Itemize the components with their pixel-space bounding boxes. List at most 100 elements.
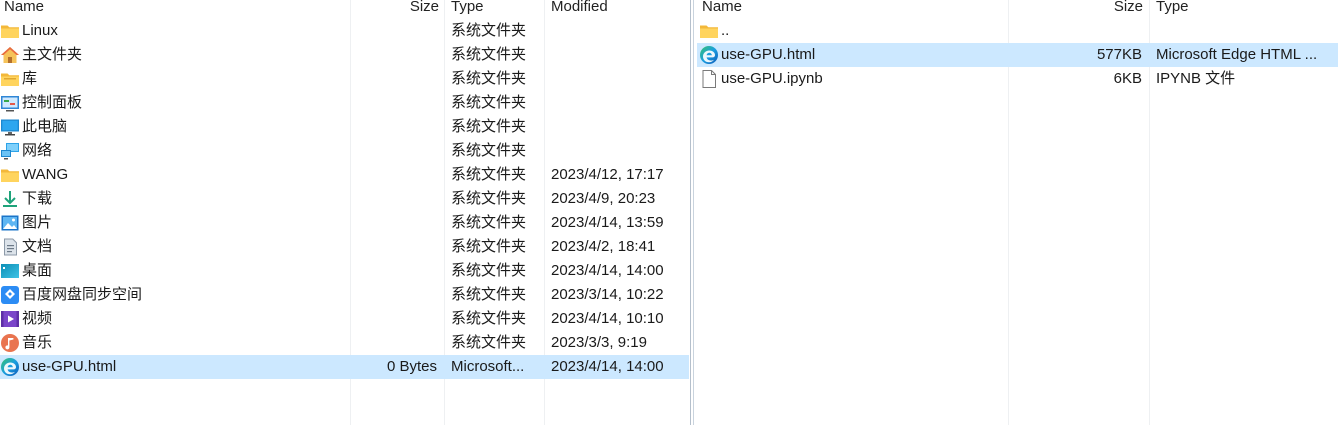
file-type: 系统文件夹 (451, 118, 527, 135)
file-name-cell[interactable]: use-GPU.html (0, 355, 348, 379)
file-modified: 2023/4/14, 14:00 (551, 358, 664, 375)
file-size (350, 259, 437, 283)
file-name-cell[interactable]: 控制面板 (0, 91, 348, 115)
file-modified: 2023/4/2, 18:41 (551, 238, 656, 255)
file-row-selected[interactable]: use-GPU.html 577KB Microsoft Edge HTML ... (697, 43, 1338, 67)
left-file-pane[interactable]: Name Size Type Modified Linux 系统文件夹 主文件夹 系统… (0, 0, 689, 425)
column-header-type[interactable]: Type (451, 0, 484, 16)
file-type: 系统文件夹 (451, 166, 527, 183)
file-name-cell[interactable]: 网络 (0, 139, 348, 163)
file-size (350, 67, 437, 91)
file-modified: 2023/4/14, 13:59 (551, 214, 664, 231)
edge-icon (0, 357, 20, 377)
file-name-cell[interactable]: use-GPU.html (699, 43, 1004, 67)
file-row[interactable]: WANG 系统文件夹 2023/4/12, 17:17 (0, 163, 689, 187)
file-name-cell[interactable]: 主文件夹 (0, 43, 348, 67)
file-name: use-GPU.html (22, 358, 117, 375)
file-modified (551, 43, 686, 67)
file-size: 0 Bytes (386, 358, 437, 375)
file-row[interactable]: 主文件夹 系统文件夹 (0, 43, 689, 67)
file-type (1156, 19, 1336, 43)
file-name-cell[interactable]: use-GPU.ipynb (699, 67, 1004, 91)
file-name-cell[interactable]: Linux (0, 19, 348, 43)
file-icon (699, 69, 719, 89)
file-row[interactable]: use-GPU.ipynb 6KB IPYNB 文件 (697, 67, 1338, 91)
file-row[interactable]: 控制面板 系统文件夹 (0, 91, 689, 115)
file-size (1008, 19, 1142, 43)
column-header-modified[interactable]: Modified (551, 0, 608, 16)
file-name: 控制面板 (22, 94, 83, 111)
file-modified (551, 19, 686, 43)
file-row[interactable]: 桌面 系统文件夹 2023/4/14, 14:00 (0, 259, 689, 283)
desktop-icon (0, 261, 20, 281)
file-name: 此电脑 (22, 118, 68, 135)
file-row-selected[interactable]: use-GPU.html 0 Bytes Microsoft... 2023/4/14… (0, 355, 689, 379)
file-type: IPYNB 文件 (1156, 70, 1236, 87)
file-name-cell[interactable]: 百度网盘同步空间 (0, 283, 348, 307)
file-name-cell[interactable]: 下载 (0, 187, 348, 211)
file-row[interactable]: Linux 系统文件夹 (0, 19, 689, 43)
file-name-cell[interactable]: 文档 (0, 235, 348, 259)
file-name-cell[interactable]: 库 (0, 67, 348, 91)
column-header-type[interactable]: Type (1156, 0, 1189, 16)
file-size: 6KB (1113, 70, 1142, 87)
file-size (350, 91, 437, 115)
file-size (350, 163, 437, 187)
file-name: 库 (22, 70, 38, 87)
file-name: .. (721, 22, 730, 39)
file-modified (551, 115, 686, 139)
music-icon (0, 333, 20, 353)
file-size (350, 283, 437, 307)
control-panel-icon (0, 93, 20, 113)
file-name-cell[interactable]: 音乐 (0, 331, 348, 355)
right-column-header: Name Size Type (697, 0, 1338, 18)
column-header-name[interactable]: Name (4, 0, 44, 16)
file-name: 桌面 (22, 262, 53, 279)
file-name-cell[interactable]: 视频 (0, 307, 348, 331)
file-name-cell[interactable]: 桌面 (0, 259, 348, 283)
pictures-icon (0, 213, 20, 233)
file-row[interactable]: 下载 系统文件夹 2023/4/9, 20:23 (0, 187, 689, 211)
file-row[interactable]: 此电脑 系统文件夹 (0, 115, 689, 139)
network-icon (0, 141, 20, 161)
file-name: 音乐 (22, 334, 53, 351)
file-row[interactable]: 视频 系统文件夹 2023/4/14, 10:10 (0, 307, 689, 331)
file-modified: 2023/4/14, 14:00 (551, 262, 664, 279)
file-name: 百度网盘同步空间 (22, 286, 143, 303)
file-name: use-GPU.html (721, 46, 816, 63)
file-name: 主文件夹 (22, 46, 83, 63)
file-name-cell[interactable]: .. (699, 19, 1004, 43)
videos-icon (0, 309, 20, 329)
file-row[interactable]: 图片 系统文件夹 2023/4/14, 13:59 (0, 211, 689, 235)
file-row[interactable]: .. (697, 19, 1338, 43)
file-row[interactable]: 百度网盘同步空间 系统文件夹 2023/3/14, 10:22 (0, 283, 689, 307)
documents-icon (0, 237, 20, 257)
column-header-size[interactable]: Size (1008, 0, 1143, 16)
file-row[interactable]: 文档 系统文件夹 2023/4/2, 18:41 (0, 235, 689, 259)
home-icon (0, 45, 20, 65)
file-size (350, 331, 437, 355)
pane-splitter[interactable] (689, 0, 697, 425)
file-size (350, 307, 437, 331)
file-name-cell[interactable]: 图片 (0, 211, 348, 235)
file-modified: 2023/4/14, 10:10 (551, 310, 664, 327)
file-row[interactable]: 库 系统文件夹 (0, 67, 689, 91)
file-modified: 2023/3/14, 10:22 (551, 286, 664, 303)
column-header-name[interactable]: Name (702, 0, 742, 16)
file-name-cell[interactable]: 此电脑 (0, 115, 348, 139)
file-type: 系统文件夹 (451, 310, 527, 327)
file-name: 下载 (22, 190, 53, 207)
file-type: 系统文件夹 (451, 238, 527, 255)
file-modified: 2023/4/12, 17:17 (551, 166, 664, 183)
file-row[interactable]: 网络 系统文件夹 (0, 139, 689, 163)
column-header-size[interactable]: Size (350, 0, 439, 16)
file-type: Microsoft Edge HTML ... (1156, 46, 1318, 63)
folder-icon (699, 21, 719, 41)
file-type: 系统文件夹 (451, 22, 527, 39)
file-type: 系统文件夹 (451, 286, 527, 303)
file-name-cell[interactable]: WANG (0, 163, 348, 187)
file-row[interactable]: 音乐 系统文件夹 2023/3/3, 9:19 (0, 331, 689, 355)
right-file-pane[interactable]: Name Size Type .. use-GPU.html 577KB Micros… (697, 0, 1338, 425)
file-type: 系统文件夹 (451, 94, 527, 111)
file-type: 系统文件夹 (451, 70, 527, 87)
